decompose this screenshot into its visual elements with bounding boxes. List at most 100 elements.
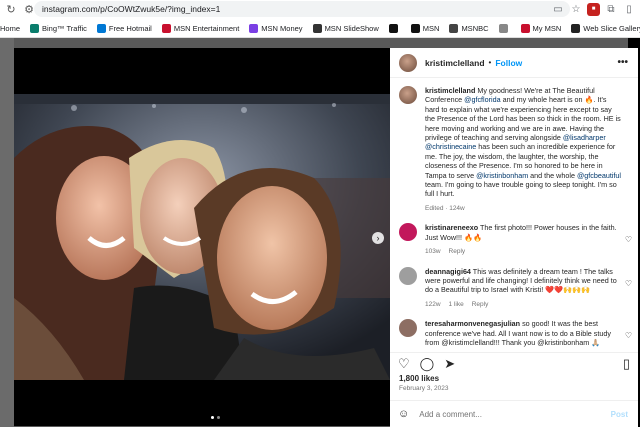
bookmark-label[interactable]: Home: [0, 24, 20, 33]
bookmark-label[interactable]: MSN Money: [261, 24, 302, 33]
background-page-strip: [0, 38, 14, 427]
comment: teresaharmonvenegasjulian so good! It wa…: [390, 309, 638, 348]
caption-body: kristimclelland My goodness! We're at Th…: [425, 86, 621, 213]
post-comment-button[interactable]: Post: [611, 410, 628, 419]
url-text[interactable]: instagram.com/p/CoOWtZwuk5e/?img_index=1: [42, 4, 220, 14]
reply-button[interactable]: Reply: [449, 247, 466, 256]
bookmark-favicon-icon: [388, 23, 398, 33]
bookmark-label[interactable]: MSNBC: [461, 24, 488, 33]
bookmark-item[interactable]: MSN SlideShow: [312, 23, 379, 33]
comment-like-heart-icon[interactable]: ♡: [625, 331, 632, 340]
comment-like-heart-icon[interactable]: ♡: [625, 235, 632, 244]
bookmark-favicon-icon: [520, 23, 530, 33]
mention-link[interactable]: @lisadharper: [563, 133, 606, 142]
bookmark-favicon-icon: [312, 23, 322, 33]
reload-icon[interactable]: ↻: [4, 2, 18, 16]
bookmark-item[interactable]: MSN Entertainment: [161, 23, 239, 33]
add-comment-input[interactable]: Add a comment...: [419, 410, 482, 419]
bookmark-item[interactable]: Home: [0, 24, 20, 33]
cast-icon[interactable]: ▭: [551, 2, 565, 16]
carousel-next-icon[interactable]: ›: [372, 232, 384, 244]
extensions-icon[interactable]: ⧉: [604, 2, 618, 16]
comment-time: 122w: [425, 300, 441, 308]
share-icon[interactable]: ➤: [444, 356, 455, 372]
commenter-avatar[interactable]: [399, 223, 417, 242]
bookmark-favicon-icon: [449, 23, 459, 33]
comments-list: kristimclelland My goodness! We're at Th…: [390, 80, 638, 348]
comment-meta: 103w Reply: [425, 247, 621, 256]
comment-thread: kristinareneexo The first photo!!! Power…: [390, 213, 638, 348]
caption: kristimclelland My goodness! We're at Th…: [390, 80, 638, 213]
mention-link[interactable]: @kristinbonham: [476, 171, 528, 180]
url-field[interactable]: instagram.com/p/CoOWtZwuk5e/?img_index=1: [34, 1, 570, 17]
likes-count[interactable]: 1,800 likes: [399, 374, 439, 383]
like-heart-icon[interactable]: ♡: [398, 356, 410, 372]
separator-dot: •: [488, 58, 492, 67]
bookmark-label[interactable]: My MSN: [533, 24, 562, 33]
bookmark-item[interactable]: Bing™ Traffic: [30, 23, 87, 33]
commenter-username[interactable]: deannagigi64: [425, 267, 471, 276]
extension-icon[interactable]: ■: [587, 2, 600, 16]
author-username[interactable]: kristimclelland: [425, 58, 485, 68]
bookmark-item[interactable]: [498, 23, 511, 33]
post-header: kristimclelland • Follow •••: [390, 48, 638, 78]
bookmark-favicon-icon: [161, 23, 171, 33]
browser-toolbar: ▭ ☆ ■ ⧉ ▯: [551, 2, 636, 16]
mention-link[interactable]: @christinecaine: [425, 142, 476, 151]
comment-body: teresaharmonvenegasjulian so good! It wa…: [425, 319, 621, 348]
commenter-username[interactable]: teresaharmonvenegasjulian: [425, 319, 520, 328]
mention-link[interactable]: @gfcbeautiful: [577, 171, 621, 180]
bookmark-label[interactable]: Bing™ Traffic: [42, 24, 87, 33]
comment-body: deannagigi64 This was definitely a dream…: [425, 267, 621, 310]
bookmark-label[interactable]: MSN: [423, 24, 440, 33]
address-bar-row: ↻ ⚙ instagram.com/p/CoOWtZwuk5e/?img_ind…: [0, 0, 640, 18]
follow-button[interactable]: Follow: [495, 58, 522, 68]
commenter-avatar[interactable]: [399, 266, 417, 285]
post-panel: kristimclelland • Follow ••• kristimclel…: [390, 48, 638, 427]
bookmark-item[interactable]: [388, 23, 401, 33]
comment: kristinareneexo The first photo!!! Power…: [390, 213, 638, 256]
sidebar-icon[interactable]: ▯: [622, 2, 636, 16]
caption-segment: and the whole: [528, 170, 577, 180]
commenter-avatar[interactable]: [399, 319, 417, 338]
bookmark-item[interactable]: MSNBC: [449, 23, 489, 33]
save-bookmark-icon[interactable]: ▯: [623, 356, 630, 372]
comment: deannagigi64 This was definitely a dream…: [390, 257, 638, 310]
bookmark-label[interactable]: MSN SlideShow: [325, 24, 379, 33]
comment-likes[interactable]: 1 like: [449, 300, 464, 309]
caption-avatar[interactable]: [399, 86, 417, 104]
comment-body: kristinareneexo The first photo!!! Power…: [425, 223, 621, 256]
caption-text: My goodness! We're at The Beautiful Conf…: [425, 86, 621, 198]
mention-link[interactable]: @gfcflorida: [464, 95, 500, 104]
bookmark-label[interactable]: MSN Entertainment: [174, 24, 239, 33]
comment-like-heart-icon[interactable]: ♡: [625, 279, 632, 288]
bookmark-item[interactable]: MSN Money: [249, 23, 303, 33]
author-avatar[interactable]: [399, 53, 417, 72]
bookmark-item[interactable]: Web Slice Gallery: [571, 23, 640, 33]
reply-button[interactable]: Reply: [472, 300, 489, 309]
bookmark-item[interactable]: Free Hotmail: [96, 23, 152, 33]
caption-username[interactable]: kristimclelland: [425, 86, 475, 95]
bookmark-label[interactable]: Free Hotmail: [109, 24, 152, 33]
more-options-icon[interactable]: •••: [617, 57, 628, 68]
post-photo[interactable]: [14, 48, 390, 426]
post-date: February 3, 2023: [399, 385, 449, 392]
bookmark-favicon-icon: [571, 23, 581, 33]
bookmark-item[interactable]: My MSN: [520, 23, 562, 33]
bookmark-label[interactable]: Web Slice Gallery: [583, 24, 640, 33]
bookmark-favicon-icon: [96, 23, 106, 33]
emoji-icon[interactable]: ☺: [398, 408, 409, 420]
browser-chrome: ↻ ⚙ instagram.com/p/CoOWtZwuk5e/?img_ind…: [0, 0, 640, 38]
comment-icon[interactable]: ◯: [420, 356, 435, 372]
bookmark-favicon-icon: [30, 23, 40, 33]
caption-segment: team. I'm going to have trouble going to…: [425, 180, 617, 199]
caption-meta: Edited · 124w: [425, 204, 465, 212]
selfie-image: [14, 94, 390, 380]
bookmark-favicon-icon: [249, 23, 259, 33]
bookmark-star-icon[interactable]: ☆: [569, 2, 583, 16]
bookmark-item[interactable]: MSN: [410, 23, 440, 33]
post-actions: ♡ ◯ ➤ ▯: [390, 352, 638, 374]
comment-time: 103w: [425, 248, 441, 256]
bookmarks-bar: Home Bing™ Traffic Free Hotmail MSN Enterta…: [0, 19, 640, 37]
commenter-username[interactable]: kristinareneexo: [425, 223, 478, 232]
